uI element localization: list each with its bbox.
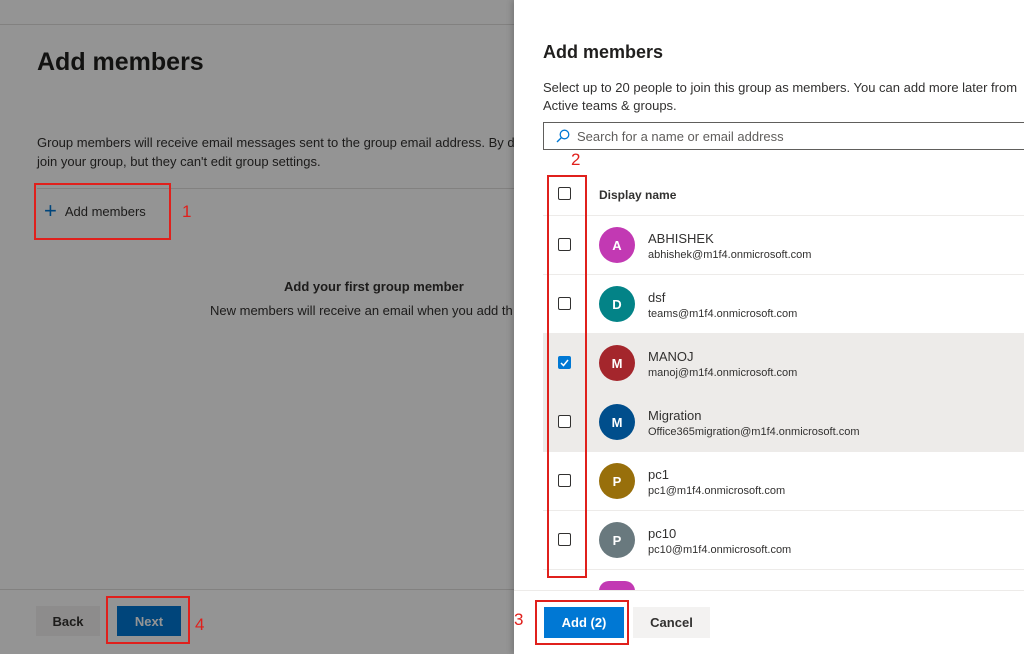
user-email: pc10@m1f4.onmicrosoft.com <box>648 544 792 556</box>
add-members-panel: Add members Select up to 20 people to jo… <box>514 0 1024 654</box>
user-name: ABHISHEK <box>648 231 714 246</box>
panel-title: Add members <box>543 42 664 62</box>
user-row-pc1[interactable]: P pc1 pc1@m1f4.onmicrosoft.com <box>543 452 1024 511</box>
user-name: MANOJ <box>648 349 694 364</box>
search-icon <box>556 129 570 143</box>
user-email: pc1@m1f4.onmicrosoft.com <box>648 485 786 497</box>
avatar: A <box>599 227 635 263</box>
user-name: pc1 <box>648 467 669 482</box>
user-email: teams@m1f4.onmicrosoft.com <box>648 308 798 320</box>
user-row-pc10[interactable]: P pc10 pc10@m1f4.onmicrosoft.com <box>543 511 1024 570</box>
avatar: M <box>599 345 635 381</box>
panel-description-line1: Select up to 20 people to join this grou… <box>543 80 1018 95</box>
annotation-number-4: 4 <box>195 615 205 634</box>
user-row-migration[interactable]: M Migration Office365migration@m1f4.onmi… <box>543 393 1024 452</box>
annotation-box-4 <box>106 596 190 644</box>
display-name-column-header[interactable]: Display name <box>599 188 676 202</box>
avatar: P <box>599 522 635 558</box>
annotation-box-2 <box>547 175 587 578</box>
user-email: Office365migration@m1f4.onmicrosoft.com <box>648 426 860 438</box>
avatar: P <box>599 463 635 499</box>
panel-description: Select up to 20 people to join this grou… <box>543 79 1024 115</box>
panel-footer-divider <box>514 590 1024 591</box>
annotation-box-1 <box>34 183 171 240</box>
user-row-abhishek[interactable]: A ABHISHEK abhishek@m1f4.onmicrosoft.com <box>543 216 1024 275</box>
avatar: M <box>599 404 635 440</box>
user-row-dsf[interactable]: D dsf teams@m1f4.onmicrosoft.com <box>543 275 1024 334</box>
modal-overlay[interactable] <box>0 0 514 654</box>
annotation-number-2: 2 <box>571 150 581 169</box>
panel-description-line2: Active teams & groups. <box>543 98 677 113</box>
user-name: pc10 <box>648 526 677 541</box>
user-name: dsf <box>648 290 666 305</box>
user-email: manoj@m1f4.onmicrosoft.com <box>648 367 798 379</box>
user-email: abhishek@m1f4.onmicrosoft.com <box>648 249 812 261</box>
annotation-number-3: 3 <box>514 610 524 629</box>
avatar: D <box>599 286 635 322</box>
cancel-button[interactable]: Cancel <box>633 607 710 638</box>
annotation-box-3 <box>535 600 629 645</box>
table-header: Display name <box>543 173 1024 216</box>
user-name: Migration <box>648 408 702 423</box>
search-input[interactable]: Search for a name or email address <box>543 122 1024 150</box>
search-placeholder: Search for a name or email address <box>577 128 784 144</box>
annotation-number-1: 1 <box>182 202 192 221</box>
user-row-manoj[interactable]: M MANOJ manoj@m1f4.onmicrosoft.com <box>543 334 1024 393</box>
